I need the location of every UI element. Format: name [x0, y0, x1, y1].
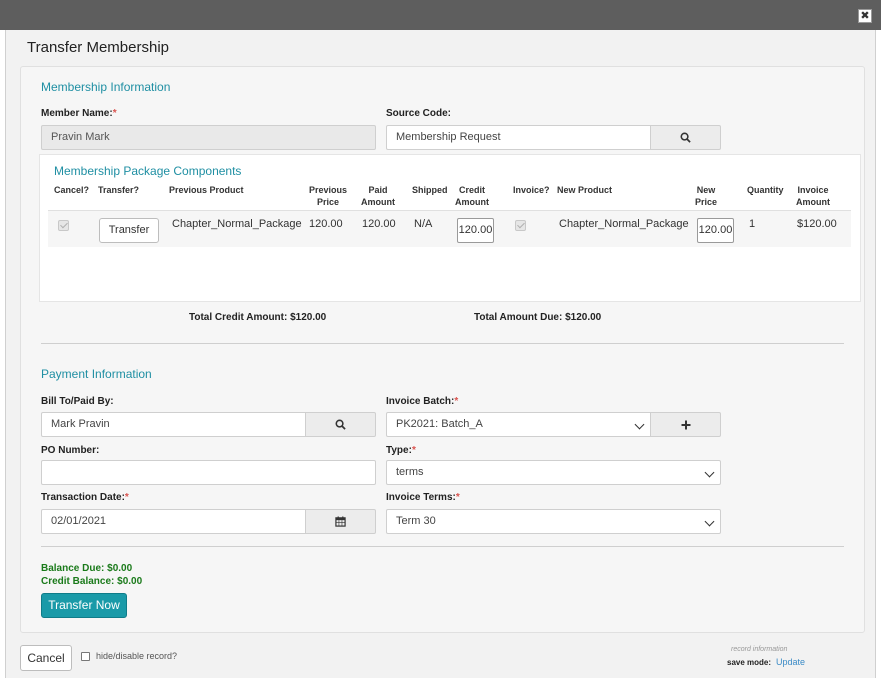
po-number-input[interactable] [41, 460, 376, 485]
divider [41, 343, 844, 344]
invoice-terms-label: Invoice Terms:* [386, 492, 460, 503]
chevron-down-icon [704, 516, 715, 527]
total-amount-due: Total Amount Due: $120.00 [474, 312, 602, 323]
type-value: terms [396, 466, 424, 478]
invoice-amount-cell: $120.00 [797, 218, 837, 230]
cancel-checkbox[interactable] [58, 220, 69, 231]
close-icon: ✖ [860, 9, 870, 22]
close-button[interactable]: ✖ [858, 9, 872, 23]
bill-to-input[interactable]: Mark Pravin [41, 412, 306, 437]
col-header-new-price: New Price [694, 185, 718, 207]
col-header-paid-amount: Paid Amount [361, 185, 395, 207]
invoice-checkbox[interactable] [515, 220, 526, 231]
col-header-previous-price: Previous Price [308, 185, 348, 207]
previous-price-cell: 120.00 [309, 218, 343, 230]
source-code-label: Source Code: [386, 108, 452, 119]
package-components-box: Membership Package Components Cancel? Tr… [39, 154, 861, 302]
shipped-cell: N/A [414, 218, 433, 230]
col-header-previous-product: Previous Product [169, 185, 244, 195]
hide-record-label: hide/disable record? [96, 651, 178, 661]
search-icon [335, 419, 346, 431]
bill-to-label: Bill To/Paid By: [41, 396, 114, 407]
total-credit-amount: Total Credit Amount: $120.00 [189, 312, 327, 323]
membership-section-title: Membership Information [41, 80, 171, 94]
col-header-transfer: Transfer? [98, 185, 140, 195]
date-picker-button[interactable] [305, 509, 376, 534]
transfer-button[interactable]: Transfer [99, 218, 159, 243]
search-icon [680, 132, 691, 144]
invoice-batch-select[interactable]: PK2021: Batch_A [386, 412, 651, 437]
transaction-date-input[interactable]: 02/01/2021 [41, 509, 306, 534]
invoice-terms-select[interactable]: Term 30 [386, 509, 721, 534]
package-section-title: Membership Package Components [54, 164, 242, 178]
source-code-search-button[interactable] [650, 125, 721, 150]
credit-amount-input[interactable]: 120.00 [457, 218, 494, 243]
chevron-down-icon [704, 467, 715, 478]
add-invoice-batch-button[interactable] [650, 412, 721, 437]
modal-header-bar: ✖ [0, 0, 881, 30]
table-row: Transfer Chapter_Normal_Package 120.00 1… [48, 210, 851, 247]
credit-balance: Credit Balance: $0.00 [41, 576, 143, 587]
type-select[interactable]: terms [386, 460, 721, 485]
dialog-title: Transfer Membership [27, 39, 169, 56]
new-product-cell: Chapter_Normal_Package [559, 218, 689, 230]
save-mode-link[interactable]: Update [776, 657, 805, 667]
previous-product-cell: Chapter_Normal_Package [172, 218, 302, 230]
col-header-shipped: Shipped [412, 185, 448, 195]
hide-record-checkbox[interactable] [81, 652, 90, 661]
source-code-input[interactable]: Membership Request [386, 125, 651, 150]
transaction-date-label: Transaction Date:* [41, 492, 129, 503]
col-header-quantity: Quantity [747, 185, 784, 195]
po-number-label: PO Number: [41, 445, 100, 456]
payment-section-title: Payment Information [41, 367, 152, 381]
record-information-label: record information [731, 646, 788, 653]
transfer-membership-dialog: Transfer Membership Membership Informati… [5, 30, 876, 678]
plus-icon [681, 420, 690, 430]
transfer-now-button[interactable]: Transfer Now [41, 593, 127, 618]
cancel-button[interactable]: Cancel [20, 645, 72, 671]
member-name-input[interactable]: Pravin Mark [41, 125, 376, 150]
quantity-cell: 1 [749, 218, 756, 230]
divider [41, 546, 844, 547]
balance-due: Balance Due: $0.00 [41, 563, 133, 574]
chevron-down-icon [634, 419, 645, 430]
paid-amount-cell: 120.00 [362, 218, 396, 230]
invoice-batch-label: Invoice Batch:* [386, 396, 459, 407]
col-header-cancel: Cancel? [54, 185, 90, 195]
bill-to-search-button[interactable] [305, 412, 376, 437]
member-name-label: Member Name:* [41, 108, 117, 119]
calendar-icon [335, 516, 346, 528]
col-header-credit-amount: Credit Amount [455, 185, 489, 207]
col-header-new-product: New Product [557, 185, 613, 195]
invoice-batch-value: PK2021: Batch_A [396, 418, 483, 430]
new-price-input[interactable]: 120.00 [697, 218, 734, 243]
main-panel: Membership Information Member Name:* Pra… [20, 66, 865, 633]
col-header-invoice: Invoice? [513, 185, 550, 195]
invoice-terms-value: Term 30 [396, 515, 436, 527]
type-label: Type:* [386, 445, 416, 456]
save-mode-label: save mode: [727, 658, 772, 667]
col-header-invoice-amount: Invoice Amount [796, 185, 830, 207]
